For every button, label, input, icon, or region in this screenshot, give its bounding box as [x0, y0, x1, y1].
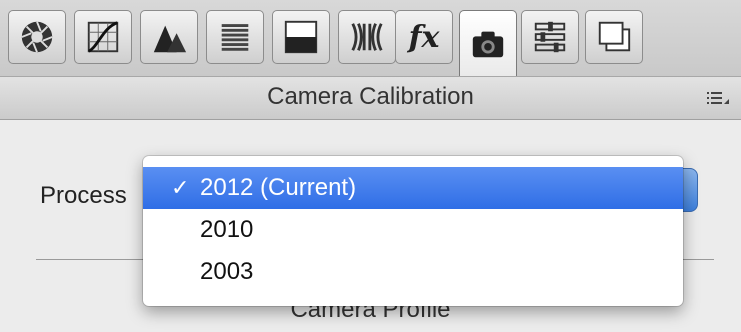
- camera-icon: [472, 31, 504, 57]
- tool-split-toning[interactable]: [272, 10, 330, 64]
- tool-tone-curve[interactable]: [74, 10, 132, 64]
- panel-title: Camera Calibration: [267, 83, 474, 110]
- hsl-grayscale-icon: [221, 24, 249, 51]
- lens-corrections-icon: [351, 23, 383, 51]
- tool-detail[interactable]: [140, 10, 198, 64]
- panel-toolbar: fx: [0, 0, 741, 76]
- snapshots-icon: [598, 21, 631, 52]
- menu-item-label: 2012 (Current): [200, 174, 357, 201]
- menu-item-process-2003[interactable]: 2003: [143, 251, 683, 293]
- tool-basic[interactable]: [8, 10, 66, 64]
- tool-snapshots[interactable]: [585, 10, 643, 64]
- process-label: Process: [40, 182, 127, 209]
- menu-item-process-2010[interactable]: 2010: [143, 209, 683, 251]
- tone-curve-icon: [87, 21, 119, 53]
- checkmark-icon: ✓: [171, 175, 190, 200]
- effects-icon: fx: [408, 19, 440, 55]
- list-menu-icon: [707, 92, 729, 104]
- tool-lens-corrections[interactable]: [338, 10, 396, 64]
- presets-icon: [534, 21, 566, 53]
- menu-item-process-2012[interactable]: ✓ 2012 (Current): [143, 167, 683, 209]
- tool-presets[interactable]: [521, 10, 579, 64]
- process-dropdown-menu: ✓ 2012 (Current) 2010 2003: [143, 156, 683, 306]
- menu-item-label: 2010: [200, 216, 254, 243]
- tool-hsl[interactable]: [206, 10, 264, 64]
- detail-icon: [153, 25, 187, 53]
- menu-item-label: 2003: [200, 258, 254, 285]
- panel-header: Camera Calibration: [0, 76, 741, 120]
- panel-menu-button[interactable]: [705, 87, 731, 109]
- split-toning-icon: [284, 20, 318, 54]
- basic-icon: [21, 21, 53, 53]
- tool-camera-calibration[interactable]: [459, 10, 517, 76]
- tool-effects[interactable]: fx: [395, 10, 453, 64]
